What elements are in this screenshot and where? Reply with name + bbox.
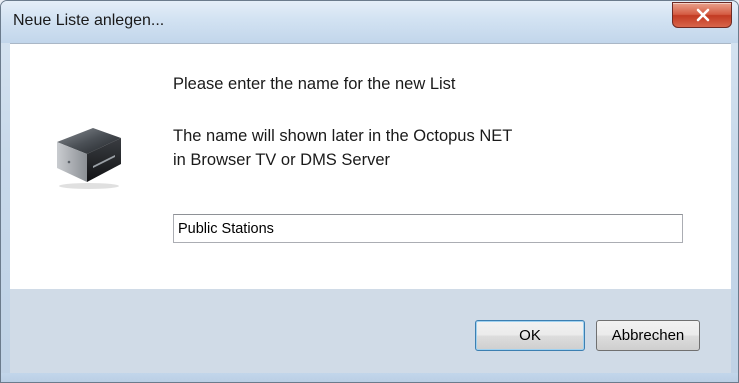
octopus-net-device-icon	[57, 128, 121, 189]
window-title: Neue Liste anlegen...	[13, 12, 165, 29]
close-x-icon	[696, 8, 710, 22]
list-name-input[interactable]	[173, 214, 683, 243]
ok-button[interactable]: OK	[475, 320, 585, 351]
message-line-1: Please enter the name for the new List	[173, 75, 456, 93]
message-line-3: in Browser TV or DMS Server	[173, 151, 390, 169]
dialog-window: Neue Liste anlegen... Please enter the n…	[0, 0, 739, 383]
message-line-2: The name will shown later in the Octopus…	[173, 127, 513, 145]
title-bar[interactable]: Neue Liste anlegen...	[1, 1, 738, 43]
window-bottom-border	[1, 373, 738, 382]
button-bar: OK Abbrechen	[10, 289, 731, 373]
dialog-content: Please enter the name for the new List T…	[10, 43, 731, 289]
cancel-button[interactable]: Abbrechen	[596, 320, 700, 351]
close-button[interactable]	[672, 2, 732, 28]
